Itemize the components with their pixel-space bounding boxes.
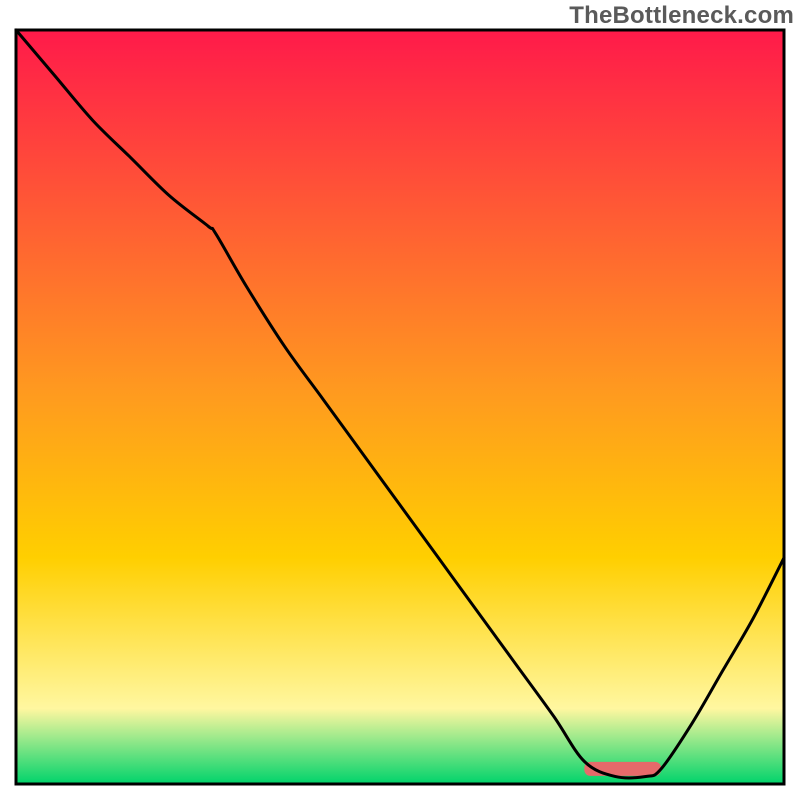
watermark-label: TheBottleneck.com	[569, 2, 794, 30]
bottleneck-chart	[0, 0, 800, 800]
chart-container: TheBottleneck.com	[0, 0, 800, 800]
plot-background	[16, 30, 784, 784]
